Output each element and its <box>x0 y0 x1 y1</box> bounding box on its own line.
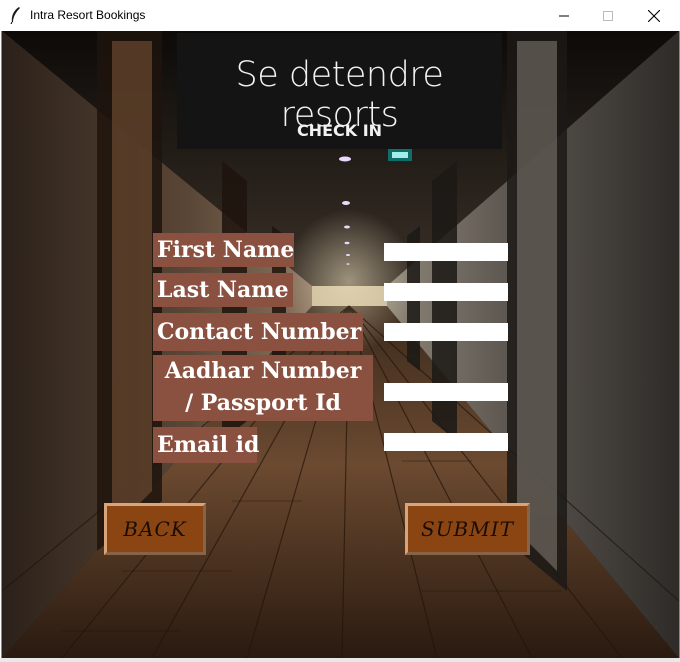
minimize-icon <box>559 15 569 16</box>
header-banner: Se detendre resorts CHECK IN <box>177 33 502 149</box>
feather-icon <box>10 7 20 24</box>
first-name-label: First Name <box>153 233 294 267</box>
back-button[interactable]: BACK <box>104 503 206 555</box>
minimize-button[interactable] <box>541 0 587 31</box>
window-content: Se detendre resorts CHECK IN First Name … <box>1 31 680 658</box>
maximize-icon <box>603 10 613 21</box>
last-name-label: Last Name <box>153 273 293 307</box>
close-button[interactable] <box>631 0 677 31</box>
first-name-field[interactable] <box>384 243 508 261</box>
close-icon <box>648 9 660 22</box>
contact-number-field[interactable] <box>384 323 508 341</box>
submit-button[interactable]: SUBMIT <box>405 503 530 555</box>
email-id-field[interactable] <box>384 433 508 451</box>
title-bar: Intra Resort Bookings <box>0 0 680 31</box>
page-subtitle: CHECK IN <box>296 121 383 140</box>
maximize-button[interactable] <box>585 0 631 31</box>
aadhar-passport-field[interactable] <box>384 383 508 401</box>
window-title: Intra Resort Bookings <box>30 8 146 22</box>
email-id-label: Email id <box>153 427 259 463</box>
aadhar-passport-label: Aadhar Number / Passport Id <box>153 355 373 421</box>
window-bottom-edge <box>0 658 680 662</box>
last-name-field[interactable] <box>384 283 508 301</box>
contact-number-label: Contact Number <box>153 313 363 351</box>
